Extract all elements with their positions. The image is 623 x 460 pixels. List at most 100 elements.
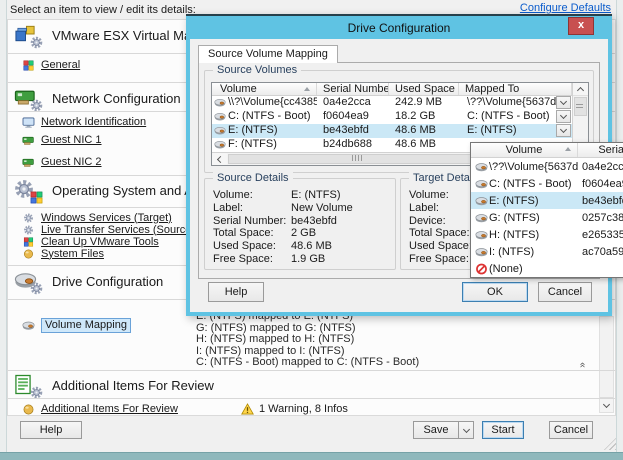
sidebar-item-network-identification[interactable]: Network Identification	[22, 116, 146, 128]
separator	[8, 370, 615, 371]
dialog-cancel-button[interactable]: Cancel	[538, 282, 592, 302]
field-value: 48.6 MB	[291, 240, 391, 253]
gear-icon	[22, 225, 35, 235]
mapped-to-combo-button-open[interactable]	[556, 124, 571, 137]
field-value: E: (NTFS)	[291, 189, 391, 202]
disk-icon	[212, 124, 228, 138]
field-label: Label:	[213, 202, 291, 215]
dropdown-column-volume[interactable]: Volume	[471, 143, 578, 157]
sidebar-item-volume-mapping[interactable]: Volume Mapping	[22, 318, 131, 333]
save-split-button[interactable]: Save	[413, 421, 474, 439]
column-header-used[interactable]: Used Space	[389, 83, 459, 95]
source-details-label: Source Details	[213, 172, 293, 184]
sidebar-item-live-transfer-services[interactable]: Live Transfer Services (Source)	[22, 224, 195, 235]
monitor-icon	[22, 117, 35, 128]
disk-icon	[471, 212, 489, 223]
warning-icon	[241, 403, 254, 415]
nic-icon	[22, 135, 35, 146]
os-gear-icon	[14, 178, 42, 202]
none-icon	[471, 262, 489, 275]
column-header-serial[interactable]: Serial Number	[317, 83, 389, 95]
select-item-label: Select an item to view / edit its detail…	[10, 4, 196, 16]
field-label: Volume:	[213, 189, 291, 202]
sidebar-item-drive-configuration[interactable]: Drive Configuration	[14, 269, 163, 293]
mapped-to-dropdown: Volume Serial Number \??\Volume{5637d0f9…	[470, 142, 623, 278]
sidebar-item-general[interactable]: General	[22, 59, 80, 71]
disk-icon	[212, 96, 228, 110]
dropdown-item[interactable]: C: (NTFS - Boot)f0604ea9	[471, 175, 623, 192]
sidebar-item-guest-nic-1[interactable]: Guest NIC 1	[22, 134, 102, 146]
window-left-border	[0, 0, 7, 452]
field-label: Serial Number:	[213, 215, 291, 228]
field-label: Total Space:	[213, 227, 291, 240]
document-icon	[14, 373, 42, 397]
sidebar-item-clean-up-vmware-tools[interactable]: Clean Up VMware Tools	[22, 236, 159, 247]
disk-icon	[22, 320, 35, 331]
field-value: 1.9 GB	[291, 253, 391, 266]
window-bottom-border	[0, 452, 623, 460]
scroll-left-button[interactable]	[212, 153, 227, 165]
column-header-volume[interactable]: Volume	[212, 83, 317, 95]
dropdown-item-none[interactable]: (None)	[471, 260, 623, 277]
sidebar-item-network-configuration[interactable]: Network Configuration	[14, 86, 181, 110]
tab-source-volume-mapping[interactable]: Source Volume Mapping	[198, 45, 338, 63]
dropdown-item[interactable]: \??\Volume{5637d0f9-0a4e2cca	[471, 158, 623, 175]
hscroll-grip	[352, 155, 362, 161]
help-button[interactable]: Help	[20, 421, 82, 439]
resize-grip[interactable]	[604, 438, 616, 450]
field-label: Free Space:	[213, 253, 291, 266]
dropdown-column-serial[interactable]: Serial Number	[578, 143, 623, 157]
scroll-down-button[interactable]	[600, 397, 613, 412]
start-button[interactable]: Start	[482, 421, 524, 439]
nic-icon	[22, 157, 35, 168]
sidebar-item-additional-items-review[interactable]: Additional Items For Review	[22, 403, 178, 415]
configure-defaults-link[interactable]: Configure Defaults	[520, 2, 611, 14]
sidebar-item-guest-nic-2[interactable]: Guest NIC 2	[22, 156, 102, 168]
save-dropdown-arrow-icon[interactable]	[459, 422, 473, 438]
volume-mapping-summary: E: (NTFS) mapped to E: (NTFS) G: (NTFS) …	[196, 311, 419, 369]
scroll-up-button[interactable]	[573, 83, 588, 96]
vm-server-icon	[14, 23, 42, 47]
mapped-to-combo-button[interactable]	[556, 96, 571, 109]
sort-asc-icon	[565, 147, 571, 151]
dialog-help-button[interactable]: Help	[208, 282, 264, 302]
table-row-selected[interactable]: E: (NTFS) be43ebfd 48.6 MB E: (NTFS)	[212, 124, 588, 138]
sidebar-item-additional-items-header[interactable]: Additional Items For Review	[14, 373, 214, 397]
sidebar-item-windows-services[interactable]: Windows Services (Target)	[22, 212, 172, 223]
warning-text: 1 Warning, 8 Infos	[259, 403, 348, 415]
dropdown-item[interactable]: G: (NTFS)0257c389	[471, 209, 623, 226]
mapped-to-combo-button[interactable]	[556, 110, 571, 123]
field-value: New Volume	[291, 202, 391, 215]
ok-button[interactable]: OK	[462, 282, 528, 302]
column-header-mapped[interactable]: Mapped To	[459, 83, 572, 95]
field-label: Used Space:	[213, 240, 291, 253]
gear-icon	[22, 213, 35, 223]
table-row[interactable]: \\?\Volume{cc4385bf-... 0a4e2cca 242.9 M…	[212, 96, 588, 110]
collapse-chevron-icon[interactable]: «	[577, 362, 588, 367]
dropdown-item[interactable]: H: (NTFS)e2653352	[471, 226, 623, 243]
disk-icon	[471, 195, 489, 206]
sort-asc-icon	[304, 87, 310, 91]
ball-icon	[22, 404, 35, 415]
cancel-button[interactable]: Cancel	[549, 421, 593, 439]
sidebar-item-system-files[interactable]: System Files	[22, 248, 104, 259]
dropdown-header: Volume Serial Number	[471, 143, 623, 158]
dialog-title: Drive Configuration	[190, 18, 608, 39]
ball-icon	[22, 249, 35, 259]
save-button[interactable]: Save	[414, 422, 458, 438]
disk-icon	[212, 110, 228, 124]
dialog-top-edge	[186, 14, 612, 16]
disk-icon	[471, 229, 489, 240]
dropdown-item[interactable]: I: (NTFS)ac70a59a	[471, 243, 623, 260]
dropdown-item-selected[interactable]: E: (NTFS)be43ebfd	[471, 192, 623, 209]
table-row[interactable]: C: (NTFS - Boot) f0604ea9 18.2 GB C: (NT…	[212, 110, 588, 124]
table-header: Volume Serial Number Used Space Mapped T…	[212, 83, 588, 96]
source-details-group: Source Details Volume:E: (NTFS) Label:Ne…	[204, 178, 396, 270]
network-card-icon	[14, 86, 42, 110]
disk-icon	[471, 161, 489, 172]
cubes-icon	[22, 60, 35, 71]
close-icon[interactable]: x	[568, 17, 594, 35]
disk-icon	[471, 246, 489, 257]
source-volumes-label: Source Volumes	[213, 64, 301, 76]
field-value: 2 GB	[291, 227, 391, 240]
